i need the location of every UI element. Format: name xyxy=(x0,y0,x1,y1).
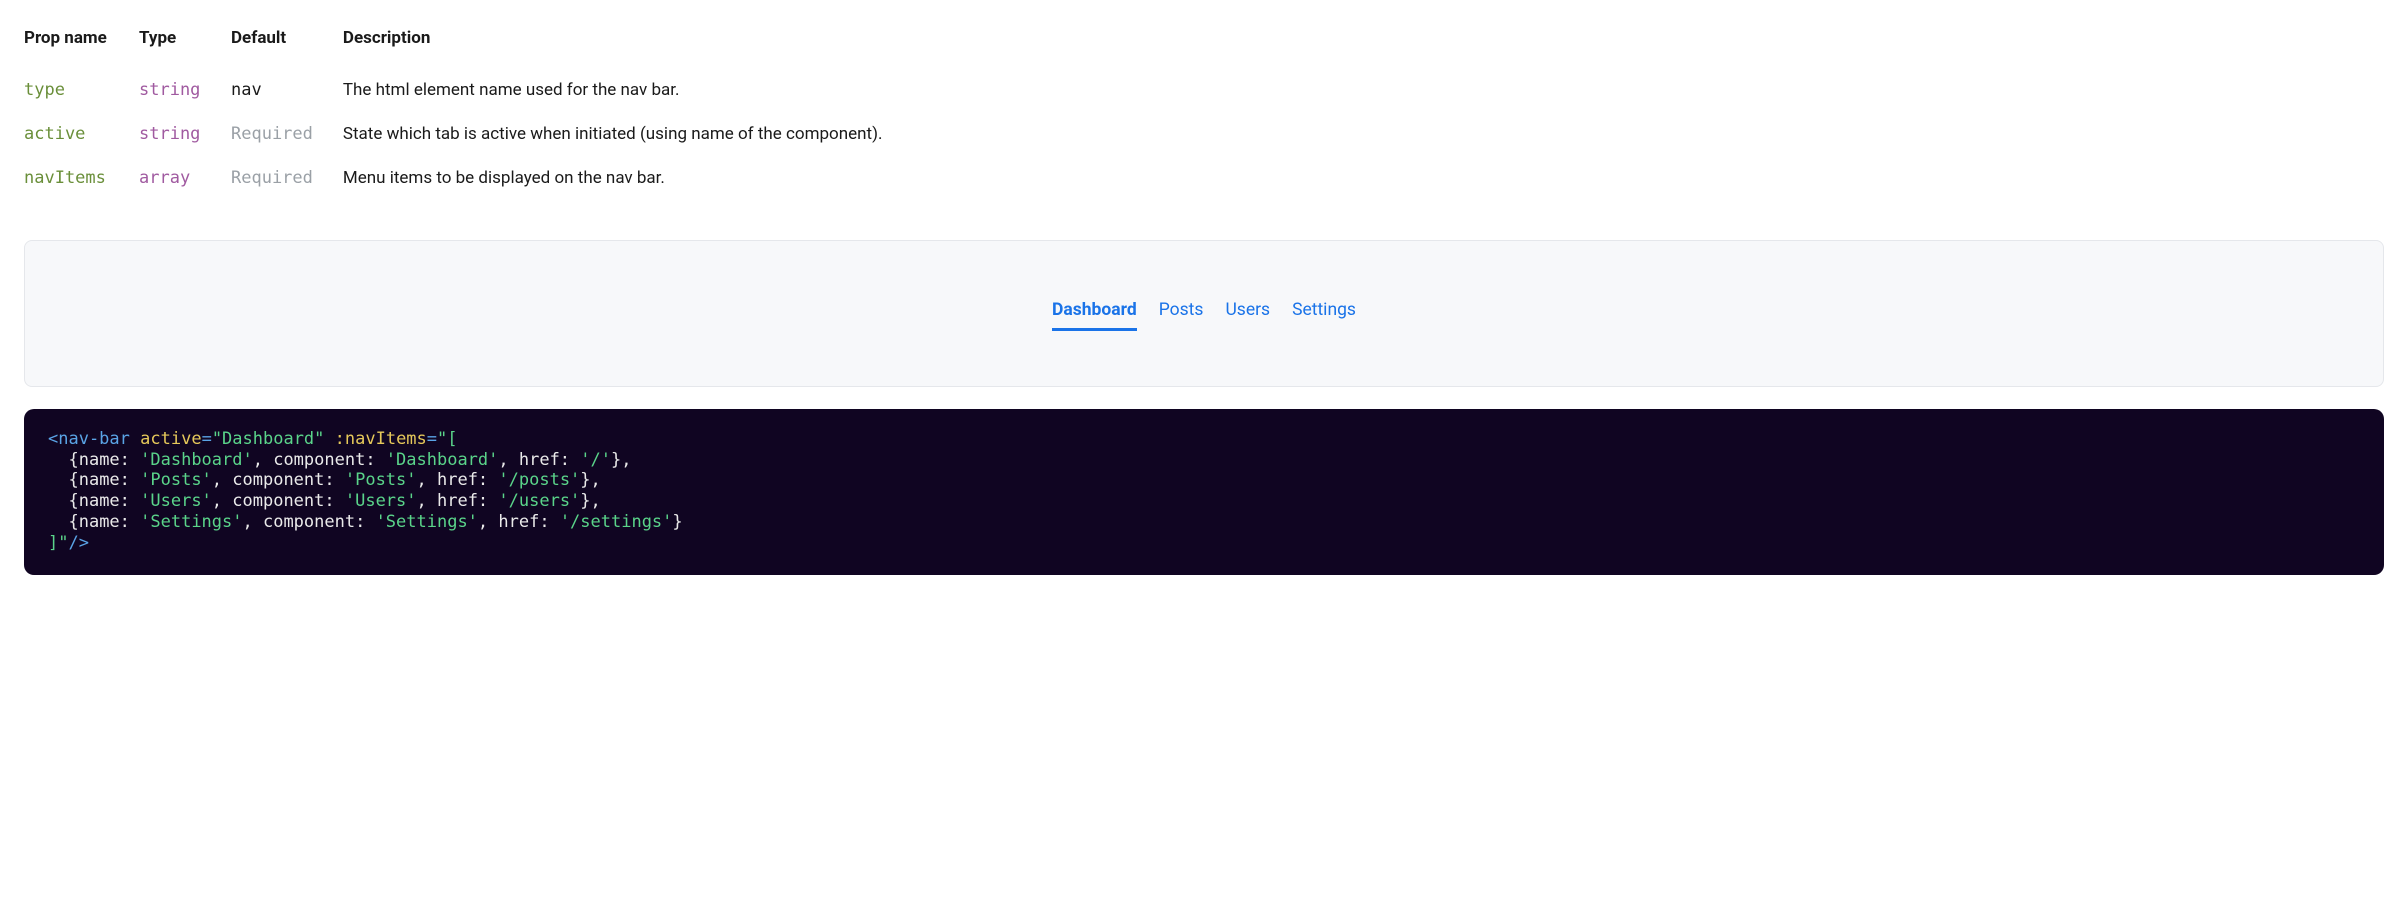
code-token: '/users' xyxy=(498,491,580,511)
code-token: , href: xyxy=(417,470,499,490)
code-token: }, xyxy=(611,450,631,470)
code-token: = xyxy=(427,429,437,449)
code-token: 'Dashboard' xyxy=(140,450,253,470)
code-token: ]" xyxy=(48,533,68,553)
prop-description-cell: State which tab is active when initiated… xyxy=(343,112,2384,156)
code-token: 'Users' xyxy=(140,491,212,511)
nav-item-posts[interactable]: Posts xyxy=(1159,296,1204,331)
code-token: "[ xyxy=(437,429,457,449)
code-token xyxy=(48,512,68,532)
table-row: typestringnavThe html element name used … xyxy=(24,68,2384,112)
nav-item-users[interactable]: Users xyxy=(1225,296,1270,331)
prop-default-cell: nav xyxy=(231,68,343,112)
code-token: }, xyxy=(580,491,600,511)
code-token: {name: xyxy=(68,470,140,490)
code-token: 'Posts' xyxy=(345,470,417,490)
prop-name-cell: active xyxy=(24,112,139,156)
code-token: , href: xyxy=(478,512,560,532)
code-token: '/posts' xyxy=(498,470,580,490)
code-token: , component: xyxy=(212,491,345,511)
props-header-type: Type xyxy=(139,20,231,68)
code-block: <nav-bar active="Dashboard" :navItems="[… xyxy=(24,409,2384,575)
code-token xyxy=(48,470,68,490)
code-token xyxy=(48,450,68,470)
code-token: {name: xyxy=(68,450,140,470)
prop-description-cell: Menu items to be displayed on the nav ba… xyxy=(343,156,2384,200)
prop-type-cell: string xyxy=(139,112,231,156)
code-token: 'Posts' xyxy=(140,470,212,490)
table-row: navItemsarrayRequiredMenu items to be di… xyxy=(24,156,2384,200)
code-token: , component: xyxy=(212,470,345,490)
code-token: , component: xyxy=(253,450,386,470)
code-token: 'Settings' xyxy=(140,512,242,532)
code-token: 'Users' xyxy=(345,491,417,511)
code-token: 'Dashboard' xyxy=(386,450,499,470)
code-token: , href: xyxy=(498,450,580,470)
props-header-description: Description xyxy=(343,20,2384,68)
code-token: = xyxy=(202,429,212,449)
code-token xyxy=(130,429,140,449)
nav-item-settings[interactable]: Settings xyxy=(1292,296,1356,331)
code-token xyxy=(324,429,334,449)
demo-panel: Dashboard Posts Users Settings xyxy=(24,240,2384,387)
code-token: "Dashboard" xyxy=(212,429,325,449)
code-token: /> xyxy=(68,533,88,553)
props-header-propname: Prop name xyxy=(24,20,139,68)
nav-item-dashboard[interactable]: Dashboard xyxy=(1052,296,1137,331)
code-token: {name: xyxy=(68,512,140,532)
props-table: Prop name Type Default Description types… xyxy=(24,20,2384,200)
code-token: '/settings' xyxy=(560,512,673,532)
prop-name-cell: navItems xyxy=(24,156,139,200)
prop-description-cell: The html element name used for the nav b… xyxy=(343,68,2384,112)
prop-type-cell: string xyxy=(139,68,231,112)
prop-default-cell: Required xyxy=(231,112,343,156)
table-row: activestringRequiredState which tab is a… xyxy=(24,112,2384,156)
nav-bar: Dashboard Posts Users Settings xyxy=(1052,296,1356,331)
code-token: :navItems xyxy=(335,429,427,449)
prop-default-cell: Required xyxy=(231,156,343,200)
code-token: , component: xyxy=(243,512,376,532)
prop-name-cell: type xyxy=(24,68,139,112)
code-token: 'Settings' xyxy=(376,512,478,532)
code-token: '/' xyxy=(580,450,611,470)
code-token: }, xyxy=(580,470,600,490)
code-token xyxy=(48,491,68,511)
code-token: , href: xyxy=(417,491,499,511)
prop-type-cell: array xyxy=(139,156,231,200)
code-token: <nav-bar xyxy=(48,429,130,449)
code-token: } xyxy=(672,512,682,532)
code-token: active xyxy=(140,429,201,449)
code-token: {name: xyxy=(68,491,140,511)
props-header-default: Default xyxy=(231,20,343,68)
